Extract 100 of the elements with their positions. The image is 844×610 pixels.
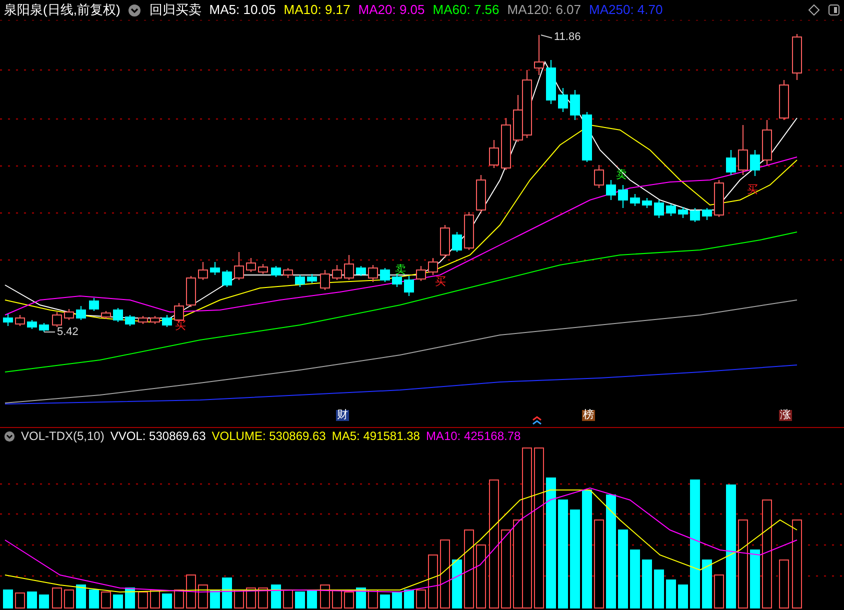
volume-bar	[295, 592, 305, 608]
double-chevron-icon[interactable]	[532, 416, 542, 425]
buy-signal: 买	[435, 277, 446, 288]
candlestick	[138, 316, 148, 324]
volume-bar	[392, 592, 402, 608]
candlestick	[606, 180, 616, 200]
ma-reading: MA60: 7.56	[432, 1, 500, 20]
volume-bar	[162, 594, 172, 608]
buy-signal: 买	[175, 321, 186, 332]
volume-bar	[125, 588, 135, 608]
ma-reading: MA250: 4.70	[589, 1, 663, 20]
candlestick	[582, 112, 592, 162]
candlestick	[186, 276, 196, 308]
volume-bar	[271, 584, 281, 608]
candlestick	[27, 320, 37, 330]
candlestick	[246, 258, 256, 272]
volume-bar	[210, 590, 220, 608]
candlestick	[271, 266, 281, 278]
indicator-name[interactable]: 回归买卖	[149, 0, 202, 20]
volume-bar	[27, 592, 37, 608]
candlestick	[356, 266, 366, 276]
indicator-name[interactable]: VOL-TDX(5,10)	[21, 427, 104, 445]
volume-bar	[452, 560, 462, 608]
volume-bar	[356, 588, 366, 608]
sell-signal: 卖	[395, 265, 406, 276]
candlestick	[726, 150, 736, 176]
ma-reading: MA120: 6.07	[507, 1, 581, 20]
sell-signal: 卖	[616, 170, 627, 181]
ma-reading: MA10: 9.17	[284, 1, 350, 20]
candlestick	[654, 200, 664, 218]
volume-reading: VVOL: 530869.63	[110, 428, 206, 445]
candlestick	[64, 308, 74, 320]
candlestick	[779, 80, 789, 120]
candlestick	[678, 206, 688, 218]
price-label: 11.86	[554, 32, 581, 43]
panel-icon[interactable]	[828, 4, 840, 16]
candlestick	[440, 224, 450, 258]
dropdown-icon[interactable]	[128, 4, 142, 16]
candlestick	[570, 90, 580, 120]
dropdown-icon[interactable]	[4, 430, 15, 442]
volume-bar	[666, 580, 676, 608]
diamond-icon[interactable]	[808, 4, 820, 16]
volume-bar	[222, 578, 232, 608]
candlestick	[630, 194, 640, 206]
candlestick	[368, 264, 378, 282]
volume-reading: MA10: 425168.78	[426, 428, 521, 445]
volume-bar	[642, 560, 652, 608]
candlestick	[690, 208, 700, 222]
volume-bar	[654, 570, 664, 608]
candlestick	[222, 270, 232, 288]
candlestick	[464, 212, 474, 250]
volume-bar	[113, 594, 123, 608]
buy-signal: 买	[747, 185, 758, 196]
candlestick	[162, 314, 172, 328]
ma-reading: MA5: 10.05	[209, 1, 276, 20]
volume-reading: VOLUME: 530869.63	[212, 428, 326, 445]
candlestick	[39, 322, 49, 332]
candlestick	[416, 266, 426, 282]
candlestick	[198, 262, 208, 280]
candlestick	[714, 180, 724, 218]
candlestick	[320, 270, 330, 290]
candlestick	[234, 252, 244, 280]
candlestick	[428, 258, 438, 276]
candlestick	[89, 298, 99, 312]
candlestick	[558, 88, 568, 112]
volume-reading: MA5: 491581.38	[332, 428, 420, 445]
volume-bar	[702, 560, 712, 608]
candlestick	[52, 312, 62, 328]
event-marker[interactable]: 涨	[779, 410, 792, 421]
candlestick	[792, 34, 802, 80]
candlestick	[15, 314, 25, 326]
event-marker[interactable]: 财	[336, 410, 349, 421]
volume-bar	[76, 584, 86, 608]
volume-bar	[678, 584, 688, 608]
price-label: 5.42	[57, 327, 78, 338]
event-marker[interactable]: 榜	[582, 410, 595, 421]
candlestick	[283, 268, 293, 278]
candlestick	[452, 232, 462, 252]
candlestick	[546, 60, 556, 104]
candlestick	[738, 124, 748, 176]
candlestick	[666, 204, 676, 216]
candlestick	[258, 264, 268, 274]
candlestick	[392, 274, 402, 288]
leader-line	[540, 34, 552, 38]
candlestick	[702, 208, 712, 220]
candlestick	[76, 306, 86, 320]
volume-bar	[39, 594, 49, 608]
volume-bar	[89, 590, 99, 608]
candlestick	[501, 118, 511, 170]
volume-bar	[404, 590, 414, 608]
candlestick	[332, 264, 342, 280]
volume-bar	[750, 550, 760, 608]
candlestick	[125, 314, 135, 326]
volume-bar	[380, 594, 390, 608]
candlestick	[113, 308, 123, 322]
candlestick	[489, 140, 499, 168]
candlestick	[3, 314, 13, 326]
candlestick	[594, 164, 604, 188]
candlestick	[750, 150, 760, 176]
candlestick	[642, 198, 652, 208]
